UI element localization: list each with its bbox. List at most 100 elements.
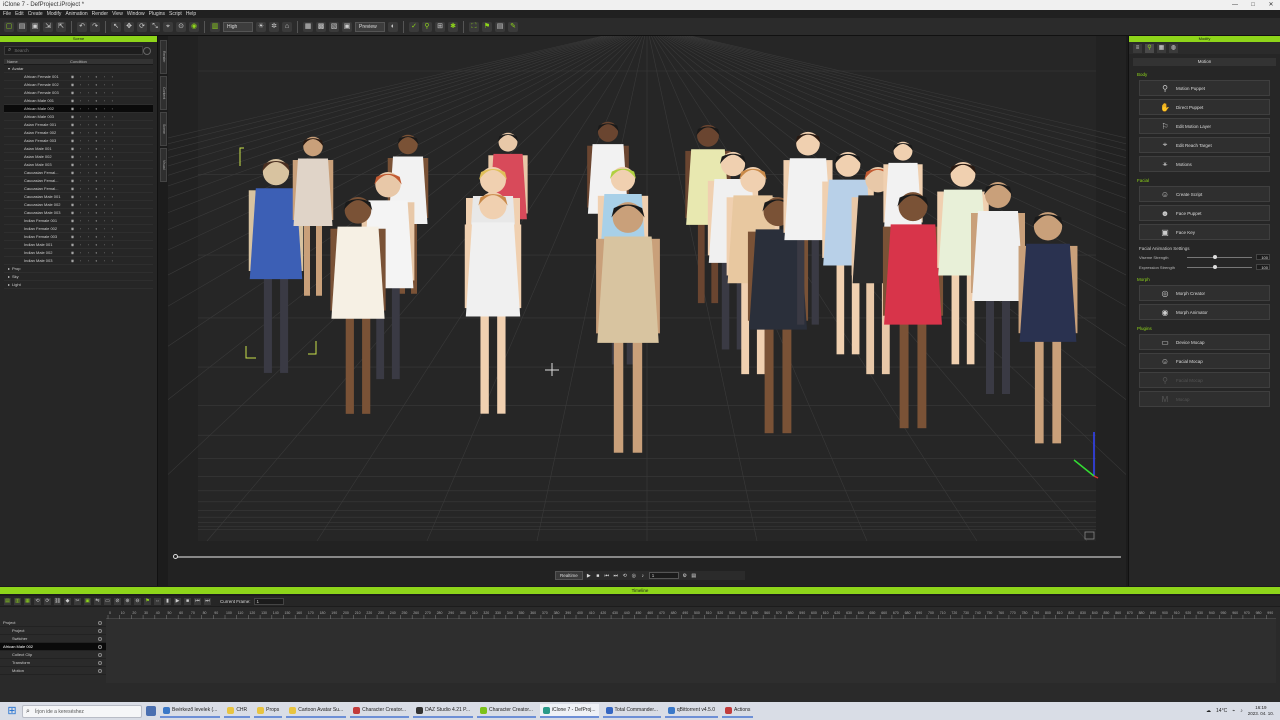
tl-link-icon[interactable]: ⛓	[54, 597, 61, 605]
lock-icon[interactable]: ◦	[78, 170, 83, 175]
link-icon[interactable]: ◦	[102, 234, 107, 239]
undo-icon[interactable]: ↶	[77, 21, 87, 32]
lock-icon[interactable]: ◦	[78, 74, 83, 79]
shadow-icon[interactable]: ◐	[94, 114, 99, 119]
scale-icon[interactable]: ⤡	[150, 21, 160, 32]
eye-icon[interactable]: ◉	[70, 242, 75, 247]
link-icon[interactable]: ◦	[102, 250, 107, 255]
export-icon[interactable]: ⇱	[56, 21, 66, 32]
scene-search-input[interactable]: ⌕ Search	[4, 46, 151, 55]
shadow-icon[interactable]: ◐	[94, 194, 99, 199]
menu-help[interactable]: Help	[186, 10, 196, 18]
link-icon[interactable]: ◦	[102, 226, 107, 231]
tl-track-icon[interactable]: ▥	[14, 597, 21, 605]
menu-edit[interactable]: Edit	[15, 10, 24, 18]
eye-icon[interactable]: ◉	[70, 258, 75, 263]
freeze-icon[interactable]: ◦	[86, 170, 91, 175]
timeline-track[interactable]: Project	[0, 619, 106, 627]
shadow-icon[interactable]: ◐	[94, 258, 99, 263]
freeze-icon[interactable]: ◦	[86, 250, 91, 255]
shadow-icon[interactable]: ◐	[94, 202, 99, 207]
mark-icon[interactable]: ▫	[110, 106, 115, 111]
tl-break-icon[interactable]: ⊘	[114, 597, 121, 605]
edit-reach-target-button[interactable]: ⌖ Edit Reach Target	[1139, 137, 1270, 153]
face-key-button[interactable]: ▣ Face Key	[1139, 224, 1270, 240]
snap-icon[interactable]: ⌖	[163, 21, 173, 32]
current-frame-input[interactable]: 1	[253, 597, 284, 605]
taskbar-app[interactable]: Actions	[721, 704, 754, 718]
frame-input[interactable]: 1	[648, 572, 679, 579]
track-enable-icon[interactable]	[98, 653, 102, 657]
brush-icon[interactable]: ✎	[508, 21, 518, 32]
name-column-header[interactable]: Name	[4, 59, 70, 64]
eye-icon[interactable]: ◉	[70, 210, 75, 215]
eye-icon[interactable]: ◉	[70, 114, 75, 119]
scene-tree-item[interactable]: Indian Female 003 ◉ ◦ ◦ ◐ ◦ ▫	[4, 233, 153, 241]
menu-modify[interactable]: Modify	[47, 10, 62, 18]
eye-icon[interactable]: ◉	[70, 234, 75, 239]
light-icon[interactable]: ☀	[256, 21, 266, 32]
eye-icon[interactable]: ◉	[70, 250, 75, 255]
mark-icon[interactable]: ▫	[110, 122, 115, 127]
freeze-icon[interactable]: ◦	[86, 90, 91, 95]
eye-icon[interactable]: ◉	[70, 122, 75, 127]
shadow-icon[interactable]: ◐	[94, 154, 99, 159]
mark-icon[interactable]: ▫	[110, 178, 115, 183]
face-puppet-button[interactable]: ☻ Face Puppet	[1139, 205, 1270, 221]
tree-group-prop[interactable]: ▸ Prop	[4, 265, 153, 273]
clock[interactable]: 16:19 2023. 04. 10.	[1248, 705, 1274, 717]
menu-render[interactable]: Render	[92, 10, 108, 18]
morph-creator-button[interactable]: ◎ Morph Creator	[1139, 285, 1270, 301]
play-icon[interactable]: ▶	[586, 573, 592, 579]
tree-group-sky[interactable]: ▸ Sky	[4, 273, 153, 281]
eye-icon[interactable]: ◉	[70, 154, 75, 159]
scene-tree-item[interactable]: Asian Male 002 ◉ ◦ ◦ ◐ ◦ ▫	[4, 153, 153, 161]
scene-tree-item[interactable]: Caucasian Femal... ◉ ◦ ◦ ◐ ◦ ▫	[4, 185, 153, 193]
expression-strength-slider[interactable]: Expression Strength 100	[1139, 263, 1270, 271]
timeline-track[interactable]: Switcher	[0, 635, 106, 643]
track-enable-icon[interactable]	[98, 645, 102, 649]
mark-icon[interactable]: ▫	[110, 234, 115, 239]
freeze-icon[interactable]: ◦	[86, 202, 91, 207]
tl-zoom-out-icon[interactable]: ⊖	[134, 597, 141, 605]
mark-icon[interactable]: ▫	[110, 170, 115, 175]
lock-icon[interactable]: ◦	[78, 114, 83, 119]
scene-tree-item[interactable]: Asian Female 002 ◉ ◦ ◦ ◐ ◦ ▫	[4, 129, 153, 137]
taskbar-app[interactable]: Props	[254, 704, 283, 718]
eye-icon[interactable]: ◉	[70, 146, 75, 151]
menu-view[interactable]: View	[112, 10, 123, 18]
bone-icon[interactable]: ⛶	[469, 21, 479, 32]
taskbar-app[interactable]: CHR	[224, 704, 251, 718]
mark-icon[interactable]: ▫	[110, 82, 115, 87]
link-icon[interactable]: ◦	[102, 194, 107, 199]
freeze-icon[interactable]: ◦	[86, 242, 91, 247]
mark-icon[interactable]: ▫	[110, 162, 115, 167]
tl-zoom-in-icon[interactable]: ⊕	[124, 597, 131, 605]
menu-create[interactable]: Create	[28, 10, 43, 18]
timeline-track[interactable]: Project	[0, 627, 106, 635]
mark-icon[interactable]: ▫	[110, 250, 115, 255]
freeze-icon[interactable]: ◦	[86, 122, 91, 127]
freeze-icon[interactable]: ◦	[86, 226, 91, 231]
menu-plugins[interactable]: Plugins	[149, 10, 165, 18]
freeze-icon[interactable]: ◦	[86, 98, 91, 103]
shadow-icon[interactable]: ◐	[94, 138, 99, 143]
scene-tree-item[interactable]: Indian Female 002 ◉ ◦ ◦ ◐ ◦ ▫	[4, 225, 153, 233]
timeline-toggle-icon[interactable]: ▤	[691, 573, 697, 579]
eye-icon[interactable]: ◉	[70, 130, 75, 135]
tl-loop-icon[interactable]: ⟲	[34, 597, 41, 605]
shadow-icon[interactable]: ◐	[94, 122, 99, 127]
tl-fit-icon[interactable]: ⇔	[154, 597, 161, 605]
scene-tree-item[interactable]: Caucasian Male 002 ◉ ◦ ◦ ◐ ◦ ▫	[4, 201, 153, 209]
close-button[interactable]: ✕	[1262, 0, 1280, 10]
tl-sync-icon[interactable]: ▣	[84, 597, 91, 605]
direct-puppet-button[interactable]: ✋ Direct Puppet	[1139, 99, 1270, 115]
new-project-icon[interactable]: ▢	[4, 21, 14, 32]
layer-icon[interactable]: ▤	[495, 21, 505, 32]
freeze-icon[interactable]: ◦	[86, 130, 91, 135]
shadow-icon[interactable]: ◐	[94, 170, 99, 175]
link-icon[interactable]: ◦	[102, 170, 107, 175]
link-icon[interactable]: ◦	[102, 218, 107, 223]
eye-icon[interactable]: ◉	[70, 74, 75, 79]
tree-group-avatar[interactable]: ▾ Avatar	[4, 65, 153, 73]
